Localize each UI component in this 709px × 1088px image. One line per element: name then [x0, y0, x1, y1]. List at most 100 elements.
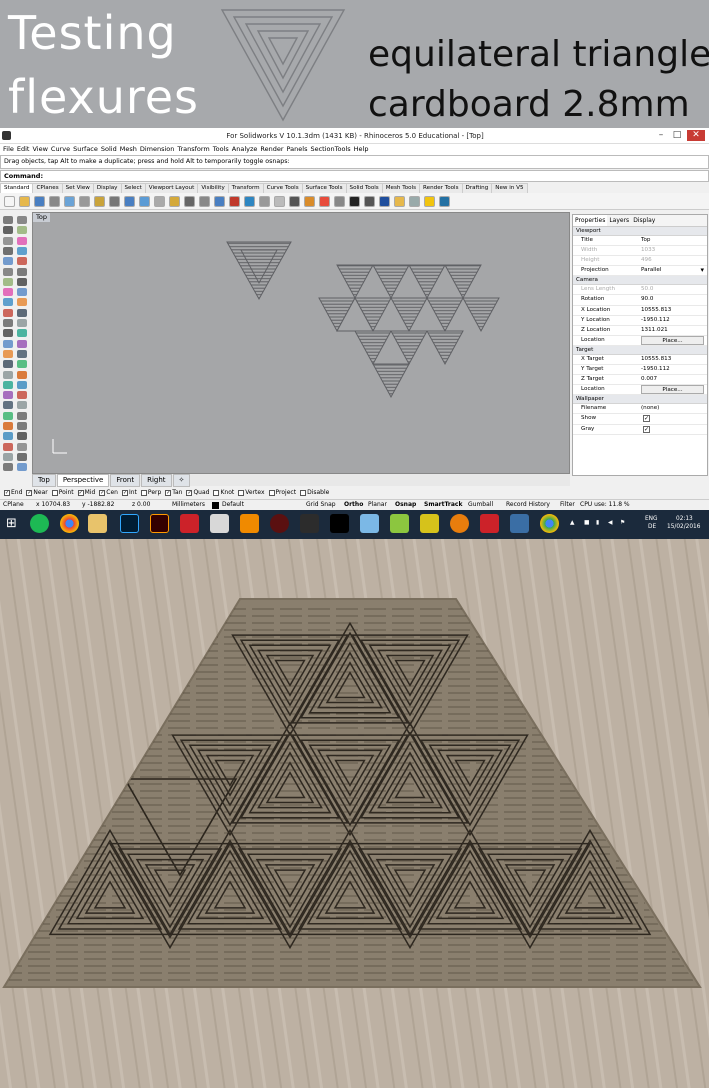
checkbox-icon[interactable]: ✓ [165, 489, 172, 496]
checkbox-icon[interactable]: ✓ [121, 489, 128, 496]
left-tool-15-icon[interactable] [3, 288, 13, 297]
clock-date[interactable]: 15/02/2016 [667, 524, 700, 530]
menu-render[interactable]: Render [260, 144, 283, 155]
toolbar-tool-18-icon[interactable] [259, 196, 270, 207]
toolbar-tool-10-icon[interactable] [139, 196, 150, 207]
left-tool-17-icon[interactable] [3, 298, 13, 307]
checkbox-icon[interactable]: ✓ [26, 489, 33, 496]
left-tool-1-icon[interactable] [3, 216, 13, 224]
checkbox-icon[interactable] [140, 489, 147, 496]
app-icon-2[interactable] [360, 514, 379, 533]
property-value[interactable]: Top [641, 237, 650, 243]
osnap-end[interactable]: ✓ End [4, 488, 22, 498]
left-tool-4-icon[interactable] [17, 226, 27, 235]
toolbar-tab-new-in-v5[interactable]: New in V5 [491, 183, 528, 193]
command-input[interactable]: Command: [0, 170, 709, 182]
checkbox-icon[interactable]: ✓ [99, 489, 106, 496]
menu-file[interactable]: File [3, 144, 14, 155]
left-tool-3-icon[interactable] [3, 226, 13, 235]
menu-panels[interactable]: Panels [287, 144, 308, 155]
toolbar-tool-16-icon[interactable] [229, 196, 240, 207]
volume-icon[interactable]: ◀ [608, 520, 612, 526]
cplane-label[interactable]: CPlane [3, 500, 24, 510]
toolbar-tool-12-icon[interactable] [169, 196, 180, 207]
photoshop-icon[interactable] [120, 514, 139, 533]
toolbar-tool-29-icon[interactable] [424, 196, 435, 207]
property-value[interactable]: 10555.813 [641, 307, 671, 313]
left-tool-47-icon[interactable] [3, 452, 13, 461]
solidworks-icon[interactable] [180, 514, 199, 533]
left-tool-44-icon[interactable] [17, 432, 27, 441]
left-tool-11-icon[interactable] [3, 267, 13, 276]
toolbar-tool-28-icon[interactable] [409, 196, 420, 207]
toolbar-tool-23-icon[interactable] [334, 196, 345, 207]
close-button[interactable]: ✕ [687, 130, 705, 141]
left-tool-42-icon[interactable] [17, 422, 27, 430]
toolbar-tool-6-icon[interactable] [79, 196, 90, 207]
osnap-near[interactable]: ✓ Near [26, 488, 48, 498]
toolbar-tab-select[interactable]: Select [120, 183, 146, 193]
chrome-icon[interactable] [60, 514, 79, 533]
app-icon-5[interactable] [510, 514, 529, 533]
checkbox-show[interactable]: ✓ [643, 415, 650, 423]
toolbar-tool-21-icon[interactable] [304, 196, 315, 207]
toolbar-tab-solid-tools[interactable]: Solid Tools [345, 183, 383, 193]
toolbar-tab-visibility[interactable]: Visibility [197, 183, 229, 193]
network-icon[interactable]: ▮ [596, 520, 599, 526]
osnap-mid[interactable]: ✓ Mid [77, 488, 95, 498]
checkbox-icon[interactable] [238, 489, 245, 496]
toolbar-tool-9-icon[interactable] [124, 196, 135, 207]
left-tool-45-icon[interactable] [3, 442, 13, 451]
left-tool-37-icon[interactable] [3, 401, 13, 410]
left-tool-23-icon[interactable] [3, 329, 13, 338]
property-value[interactable]: -1950.112 [641, 366, 670, 372]
toolbar-tool-24-icon[interactable] [349, 196, 360, 207]
panel-tab-layers[interactable]: Layers [607, 215, 631, 226]
planar-toggle[interactable]: Planar [368, 500, 387, 510]
property-value[interactable]: -1950.112 [641, 317, 670, 323]
terminal-icon[interactable] [330, 514, 349, 533]
language-line1[interactable]: ENG [645, 516, 658, 522]
viewport-tab-right[interactable]: Right [141, 474, 172, 487]
left-tool-48-icon[interactable] [17, 452, 27, 461]
toolbar-tool-30-icon[interactable] [439, 196, 450, 207]
toolbar-tool-17-icon[interactable] [244, 196, 255, 207]
osnap-toggle[interactable]: Osnap [395, 500, 416, 510]
clock-time[interactable]: 02:13 [676, 516, 693, 522]
left-tool-24-icon[interactable] [17, 329, 27, 338]
toolbar-tool-26-icon[interactable] [379, 196, 390, 207]
toolbar-tool-20-icon[interactable] [289, 196, 300, 207]
left-tool-29-icon[interactable] [3, 360, 13, 369]
left-tool-7-icon[interactable] [3, 246, 13, 255]
filter-toggle[interactable]: Filter [560, 500, 575, 510]
menu-mesh[interactable]: Mesh [120, 144, 137, 155]
toolbar-tool-13-icon[interactable] [184, 196, 195, 207]
rhino-icon[interactable] [210, 514, 229, 533]
menu-solid[interactable]: Solid [101, 144, 117, 155]
left-tool-2-icon[interactable] [17, 216, 27, 224]
left-tool-18-icon[interactable] [17, 298, 27, 307]
viewport-tab-add[interactable]: ✧ [172, 474, 191, 487]
left-tool-14-icon[interactable] [17, 277, 27, 286]
toolbar-tool-25-icon[interactable] [364, 196, 375, 207]
tray-arrow-icon[interactable]: ▲ [570, 520, 574, 526]
osnap-disable[interactable]: Disable [300, 488, 329, 498]
left-tool-31-icon[interactable] [3, 370, 13, 379]
toolbar-tab-display[interactable]: Display [92, 183, 122, 193]
menu-tools[interactable]: Tools [213, 144, 229, 155]
menu-sectiontools[interactable]: SectionTools [310, 144, 350, 155]
osnap-cen[interactable]: ✓ Cen [99, 488, 118, 498]
left-tool-8-icon[interactable] [17, 246, 27, 255]
panel-tab-properties[interactable]: Properties [573, 215, 608, 226]
osnap-quad[interactable]: ✓ Quad [186, 488, 209, 498]
ortho-toggle[interactable]: Ortho [344, 500, 363, 510]
left-tool-9-icon[interactable] [3, 257, 13, 266]
toolbar-tool-22-icon[interactable] [319, 196, 330, 207]
app-icon-1[interactable] [300, 514, 319, 533]
grid-snap-toggle[interactable]: Grid Snap [306, 500, 336, 510]
left-tool-41-icon[interactable] [3, 422, 13, 430]
property-value[interactable]: 10555.813 [641, 356, 671, 362]
left-tool-26-icon[interactable] [17, 339, 27, 348]
smarttrack-toggle[interactable]: SmartTrack [424, 500, 462, 510]
checkbox-gray[interactable]: ✓ [643, 425, 650, 433]
